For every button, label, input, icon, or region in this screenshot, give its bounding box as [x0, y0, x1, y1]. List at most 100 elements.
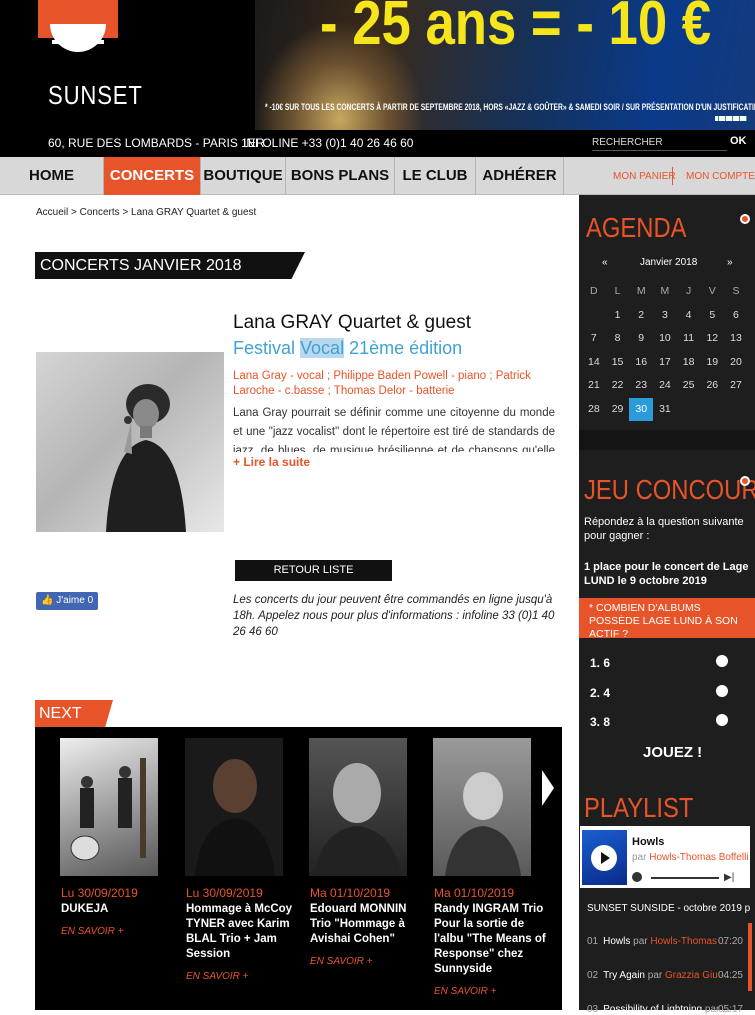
calendar-day[interactable]: 10 [653, 327, 677, 351]
calendar-day[interactable]: 14 [582, 351, 606, 375]
header-band: SUNSET - 25 ans = - 10 € * -10€ SUR TOUS… [0, 0, 755, 130]
nav-boutique[interactable]: BOUTIQUE [201, 157, 286, 195]
search-input[interactable] [592, 135, 727, 151]
search-ok-button[interactable]: OK [730, 135, 747, 147]
calendar-day[interactable]: 15 [606, 351, 630, 375]
back-to-list-button[interactable]: RETOUR LISTE [235, 560, 392, 581]
account-link[interactable]: MON COMPTE [686, 157, 755, 195]
nav-bons-plans[interactable]: BONS PLANS [286, 157, 395, 195]
concours-toggle-icon[interactable] [740, 476, 750, 486]
calendar-day[interactable]: 9 [629, 327, 653, 351]
calendar-day[interactable]: 26 [700, 374, 724, 398]
volume-icon[interactable] [632, 872, 642, 882]
next-card[interactable]: Ma 01/10/2019 Edouard MONNIN Trio "Homma… [309, 738, 422, 967]
calendar-day[interactable]: 18 [677, 351, 701, 375]
concours-radio[interactable] [716, 685, 728, 697]
calendar-day-selected[interactable]: 30 [629, 397, 654, 421]
card-more-link[interactable]: EN SAVOIR + [61, 926, 173, 937]
calendar-day[interactable]: 19 [700, 351, 724, 375]
current-track-artist: par Howls-Thomas Boffelli [632, 852, 749, 863]
calendar-header: « Janvier 2018 » [582, 254, 747, 274]
card-title[interactable]: Edouard MONNIN Trio "Hommage à Avishai C… [310, 902, 422, 947]
card-title[interactable]: Randy INGRAM Trio Pour la sortie de l'al… [434, 902, 546, 977]
track-number: 02 [587, 970, 599, 981]
calendar-next[interactable]: » [727, 257, 733, 268]
next-track-icon[interactable]: ▶| [724, 872, 734, 883]
card-image[interactable] [60, 738, 158, 876]
card-more-link[interactable]: EN SAVOIR + [434, 986, 546, 997]
calendar-day[interactable]: 25 [677, 374, 701, 398]
card-image[interactable] [309, 738, 407, 876]
nav-concerts[interactable]: CONCERTS [104, 157, 201, 195]
playlist-title: PLAYLIST [584, 792, 694, 823]
playlist-item[interactable]: 01 Howls par Howls-Thomas ... 07:20 [587, 936, 743, 947]
calendar-day[interactable]: 21 [582, 374, 606, 398]
calendar-day[interactable]: 20 [724, 351, 748, 375]
cart-link[interactable]: MON PANIER [613, 157, 676, 195]
subtitle-prefix: Festival [233, 338, 301, 358]
card-image[interactable] [433, 738, 531, 876]
agenda-title: AGENDA [586, 212, 687, 243]
carousel-next-arrow-icon[interactable] [542, 770, 554, 806]
playlist-name[interactable]: SUNSET SUNSIDE - octobre 2019 par jaz... [587, 903, 750, 914]
concours-question: * COMBIEN D'ALBUMS POSSÈDE LAGE LUND À S… [579, 598, 755, 640]
card-date: Ma 01/10/2019 [434, 886, 515, 900]
calendar-day[interactable]: 23 [629, 374, 653, 398]
nav-le-club[interactable]: LE CLUB [395, 157, 476, 195]
agenda-toggle-icon[interactable] [740, 214, 750, 224]
promo-banner[interactable]: - 25 ans = - 10 € * -10€ SUR TOUS LES CO… [255, 0, 755, 130]
next-card[interactable]: Ma 01/10/2019 Randy INGRAM Trio Pour la … [433, 738, 546, 997]
calendar-day[interactable]: 6 [724, 304, 748, 328]
card-more-link[interactable]: EN SAVOIR + [186, 971, 298, 982]
calendar-day[interactable]: 27 [724, 374, 748, 398]
nav-home[interactable]: HOME [0, 157, 104, 195]
artist-name[interactable]: Howls-Thomas Boffelli [649, 852, 748, 863]
calendar-day[interactable]: 2 [629, 304, 653, 328]
calendar-day[interactable]: 11 [677, 327, 701, 351]
calendar-day[interactable]: 13 [724, 327, 748, 351]
concours-radio[interactable] [716, 655, 728, 667]
calendar-day[interactable]: 28 [582, 398, 606, 422]
calendar-day[interactable]: 3 [653, 304, 677, 328]
calendar-day[interactable]: 7 [582, 327, 606, 351]
card-image[interactable] [185, 738, 283, 876]
calendar-day[interactable]: 5 [700, 304, 724, 328]
calendar-day[interactable]: 16 [629, 351, 653, 375]
calendar-day[interactable]: 22 [606, 374, 630, 398]
banner-stripe-icon [715, 116, 747, 121]
card-title[interactable]: Hommage à McCoy TYNER avec Karim BLAL Tr… [186, 902, 298, 962]
calendar-day [677, 398, 701, 422]
banner-note: * -10€ SUR TOUS LES CONCERTS À PARTIR DE… [265, 102, 755, 112]
calendar-day[interactable]: 12 [700, 327, 724, 351]
calendar-day[interactable]: 29 [606, 398, 630, 422]
read-more-link[interactable]: + Lire la suite [233, 455, 310, 469]
track-duration: 04:25 [717, 970, 743, 981]
calendar-prev[interactable]: « [602, 257, 608, 268]
subtitle-suffix: 21ème édition [344, 338, 463, 358]
next-card[interactable]: Lu 30/09/2019 Hommage à McCoy TYNER avec… [185, 738, 298, 982]
card-more-link[interactable]: EN SAVOIR + [310, 956, 422, 967]
calendar-day[interactable]: 4 [677, 304, 701, 328]
calendar-day[interactable]: 24 [653, 374, 677, 398]
calendar-day[interactable]: 31 [653, 398, 677, 422]
play-contest-button[interactable]: JOUEZ ! [643, 744, 702, 761]
like-button[interactable]: 👍 J'aime 0 [36, 592, 99, 610]
calendar-day[interactable]: 1 [606, 304, 630, 328]
calendar-week: 28 29 30 31 [582, 397, 748, 422]
breadcrumb[interactable]: Accueil > Concerts > Lana GRAY Quartet &… [36, 207, 256, 218]
track-artist[interactable]: Howls-Thomas ... [650, 936, 728, 947]
play-button[interactable] [591, 845, 617, 871]
playlist-item[interactable]: 02 Try Again par Grazzia Giu -... 04:25 [587, 970, 743, 981]
calendar-dow: M [660, 285, 670, 297]
playlist-scrollbar[interactable] [748, 923, 752, 991]
logo-icon[interactable] [38, 0, 118, 62]
nav-adherer[interactable]: ADHÉRER [476, 157, 564, 195]
next-card[interactable]: Lu 30/09/2019 DUKEJA EN SAVOIR + [60, 738, 173, 937]
concours-prize: 1 place pour le concert de Lage LUND le … [584, 561, 749, 587]
calendar-day[interactable]: 17 [653, 351, 677, 375]
calendar-day[interactable]: 8 [606, 327, 630, 351]
card-title[interactable]: DUKEJA [61, 902, 173, 917]
concours-radio[interactable] [716, 714, 728, 726]
concours-option: 1. 6 [590, 656, 611, 670]
progress-bar[interactable] [651, 877, 719, 879]
